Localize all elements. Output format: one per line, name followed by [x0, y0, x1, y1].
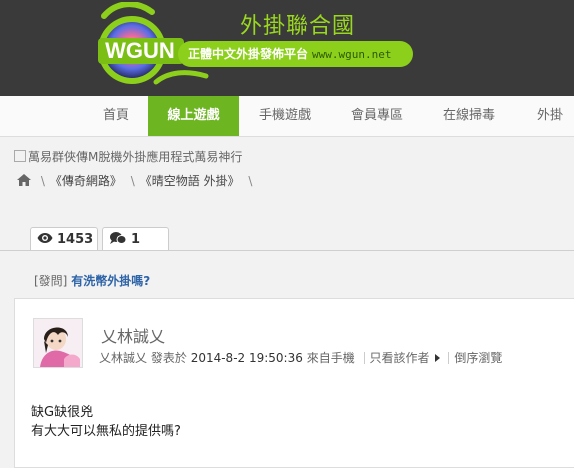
- nav-item-online-scan[interactable]: 在線掃毒: [423, 96, 515, 136]
- tab-divider: [0, 250, 574, 251]
- replies-counter: 1: [102, 227, 169, 251]
- view-author-only-link[interactable]: 只看該作者: [370, 351, 430, 365]
- post-content-line: 有大大可以無私的提供嗎?: [31, 424, 181, 439]
- site-header: WGUN 外掛聯合國 正體中文外掛發佈平台 www.wgun.net: [0, 0, 574, 96]
- chat-bubbles-icon: [110, 232, 127, 244]
- nav-item-online-games[interactable]: 線上遊戲: [148, 96, 239, 136]
- nav-item-mobile-games[interactable]: 手機遊戲: [239, 96, 331, 136]
- meta-divider: [363, 352, 365, 364]
- posted-label: 發表於: [150, 351, 187, 365]
- post-date: 2014-8-2 19:50:36: [190, 351, 303, 365]
- logo-text: WGUN: [105, 38, 175, 63]
- site-tagline: 正體中文外掛發佈平台 www.wgun.net: [178, 41, 413, 67]
- main-nav: 首頁 線上遊戲 手機遊戲 會員專區 在線掃毒 外掛: [0, 96, 574, 137]
- breadcrumb-item-sky-story[interactable]: 《晴空物語 外掛》: [140, 174, 240, 188]
- breadcrumb-separator: \: [130, 174, 135, 188]
- thread-category[interactable]: [發問]: [34, 274, 67, 288]
- site-url: www.wgun.net: [312, 48, 392, 61]
- post-source: 來自手機: [306, 351, 355, 365]
- breadcrumb-item-legend-network[interactable]: 《傳奇網路》: [50, 174, 122, 188]
- ad-banner[interactable]: 萬易群俠傳M脫機外掛應用程式萬易神行: [14, 148, 242, 165]
- breadcrumb-separator: \: [248, 174, 253, 188]
- nav-item-hacks[interactable]: 外掛: [515, 96, 574, 136]
- tagline-text: 正體中文外掛發佈平台: [188, 47, 309, 61]
- avatar[interactable]: [33, 318, 83, 368]
- views-count: 1453: [57, 232, 94, 247]
- reverse-order-link[interactable]: 倒序瀏覽: [454, 351, 502, 365]
- thread-subject: [發問] 有洗幣外掛嗎?: [34, 272, 150, 289]
- home-icon[interactable]: [16, 173, 32, 187]
- post-card: 乂林誠乂 乂林誠乂 發表於 2014-8-2 19:50:36 來自手機 只看該…: [14, 298, 574, 468]
- ad-alt-text: 萬易群俠傳M脫機外掛應用程式萬易神行: [28, 150, 243, 164]
- post-content-line: 缺G缺很兇: [31, 405, 94, 420]
- views-counter: 1453: [30, 227, 98, 251]
- meta-divider: [448, 352, 450, 364]
- eye-icon: [37, 233, 53, 243]
- post-author-heading[interactable]: 乂林誠乂: [101, 323, 165, 347]
- nav-item-home[interactable]: 首頁: [84, 96, 148, 136]
- caret-right-icon: [434, 354, 440, 362]
- site-slogan: 外掛聯合國: [240, 14, 356, 39]
- post-meta: 乂林誠乂 發表於 2014-8-2 19:50:36 來自手機 只看該作者 倒序…: [99, 349, 502, 366]
- broken-image-icon: [14, 150, 26, 162]
- breadcrumb: \ 《傳奇網路》 \ 《晴空物語 外掛》 \: [16, 172, 257, 189]
- post-author-link[interactable]: 乂林誠乂: [99, 351, 147, 365]
- nav-item-member-area[interactable]: 會員專區: [331, 96, 423, 136]
- breadcrumb-separator: \: [40, 174, 45, 188]
- thread-title[interactable]: 有洗幣外掛嗎?: [71, 274, 150, 288]
- post-content: 缺G缺很兇 有大大可以無私的提供嗎?: [31, 403, 181, 441]
- replies-count: 1: [131, 232, 141, 247]
